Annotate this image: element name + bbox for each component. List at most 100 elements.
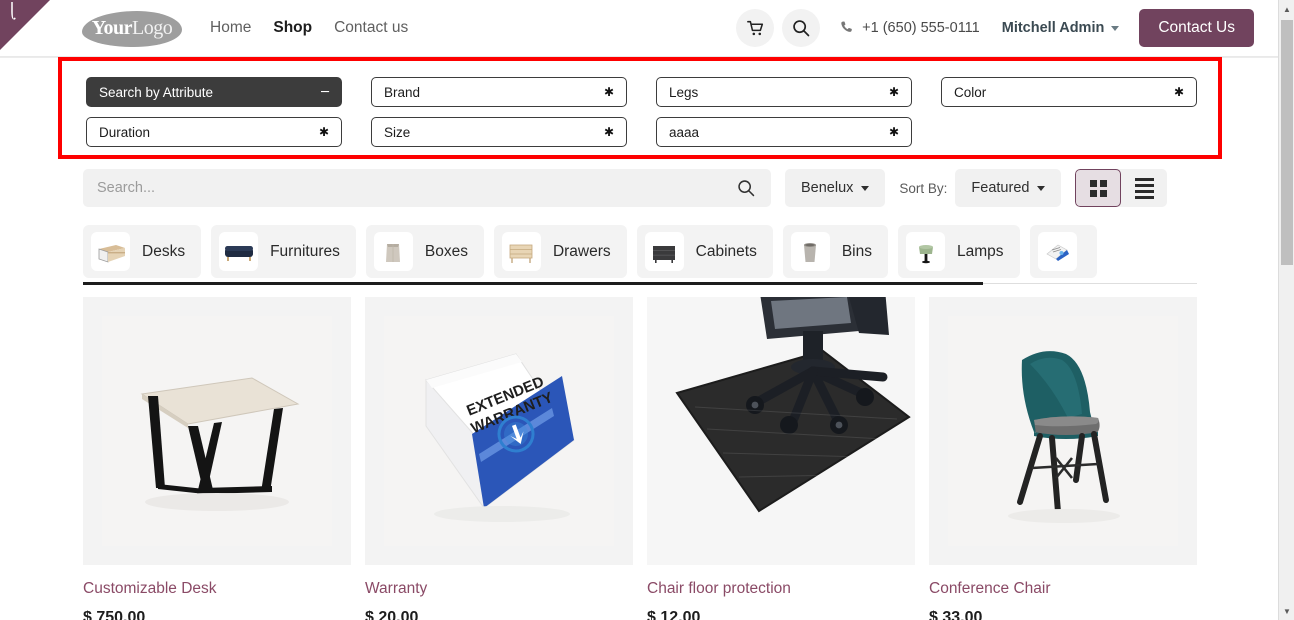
- shop-toolbar: Benelux Sort By: Featured: [83, 169, 1197, 207]
- sort-by-label: Sort By:: [899, 180, 948, 196]
- category-chip-bins-label: Bins: [841, 242, 872, 260]
- chevron-down-icon: ✱: [888, 125, 899, 139]
- attribute-select-aaaa[interactable]: aaaa ✱: [656, 117, 912, 147]
- desk-image[interactable]: [83, 297, 351, 565]
- product-card[interactable]: EXTENDED WARRANTY Warranty $ 20.00: [365, 297, 633, 620]
- attribute-select-legs[interactable]: Legs ✱: [656, 77, 912, 107]
- category-active-underline: [83, 282, 983, 285]
- search-input[interactable]: [97, 180, 735, 196]
- list-view-icon: [1134, 177, 1154, 199]
- category-chip-desks[interactable]: Desks: [83, 225, 202, 278]
- nav-item-shop[interactable]: Shop: [273, 19, 312, 37]
- attribute-select-size-label: Size: [384, 124, 411, 140]
- attribute-select-legs-label: Legs: [669, 84, 699, 100]
- search-by-attribute-toggle[interactable]: Search by Attribute ─: [86, 77, 342, 107]
- category-chip-boxes[interactable]: Boxes: [365, 225, 484, 278]
- chevron-down-icon: ✱: [888, 85, 899, 99]
- category-chip-usb[interactable]: [1029, 225, 1097, 278]
- phone-icon: [840, 20, 854, 37]
- category-chip-bins[interactable]: Bins: [782, 225, 888, 278]
- category-chip-cabinets[interactable]: Cabinets: [636, 225, 773, 278]
- warranty-box-image[interactable]: EXTENDED WARRANTY: [365, 297, 633, 565]
- attribute-select-brand[interactable]: Brand ✱: [371, 77, 627, 107]
- minus-icon: ─: [321, 84, 329, 100]
- cabinet-thumb-icon: [644, 232, 684, 271]
- chevron-down-icon: [1037, 185, 1046, 191]
- logo-text: YourLogo: [92, 16, 173, 40]
- floor-mat-image[interactable]: [647, 297, 915, 565]
- user-menu[interactable]: Mitchell Admin: [1002, 20, 1120, 36]
- product-name[interactable]: Chair floor protection: [647, 580, 915, 598]
- category-chip-drawers-label: Drawers: [552, 242, 611, 260]
- category-chip-furnitures[interactable]: Furnitures: [211, 225, 356, 278]
- sort-by-value: Featured: [971, 180, 1030, 196]
- search-submit-button[interactable]: [735, 179, 757, 197]
- product-name[interactable]: Conference Chair: [929, 580, 1197, 598]
- site-logo[interactable]: YourLogo: [82, 9, 182, 47]
- product-card[interactable]: Chair floor protection $ 12.00: [647, 297, 915, 620]
- category-chip-lamps-label: Lamps: [957, 242, 1004, 260]
- search-icon[interactable]: [782, 9, 821, 47]
- attribute-select-duration-label: Duration: [99, 124, 151, 140]
- grid-view-icon: [1089, 179, 1107, 197]
- corner-bracket-icon: ⌡: [8, 2, 16, 20]
- product-price: $ 20.00: [365, 609, 419, 620]
- attribute-filter-highlight: Search by Attribute ─ Brand ✱ Legs ✱ Col…: [58, 57, 1222, 159]
- logo-text-light: Logo: [132, 16, 173, 39]
- chevron-down-icon: ✱: [318, 125, 329, 139]
- nav-item-home[interactable]: Home: [210, 19, 251, 37]
- attribute-select-color[interactable]: Color ✱: [941, 77, 1197, 107]
- search-by-attribute-label: Search by Attribute: [99, 84, 214, 100]
- scroll-down-arrow[interactable]: ▼: [1279, 603, 1294, 619]
- chevron-down-icon: ✱: [1173, 85, 1184, 99]
- category-chip-desks-label: Desks: [142, 242, 186, 260]
- product-price: $ 33.00: [929, 609, 983, 620]
- chevron-down-icon: ✱: [603, 125, 614, 139]
- category-chip-boxes-label: Boxes: [424, 242, 468, 260]
- attribute-select-color-label: Color: [954, 84, 987, 100]
- phone-number: +1 (650) 555-0111: [862, 20, 980, 36]
- nav-item-contact-us[interactable]: Contact us: [334, 19, 408, 37]
- chair-image[interactable]: [929, 297, 1197, 565]
- product-price: $ 12.00: [647, 609, 701, 620]
- list-view-button[interactable]: [1121, 169, 1167, 207]
- product-card[interactable]: Customizable Desk $ 750.00: [83, 297, 351, 620]
- scrollbar-thumb[interactable]: [1281, 20, 1293, 265]
- usb-thumb-icon: [1037, 232, 1077, 271]
- category-chip-furnitures-label: Furnitures: [270, 242, 340, 260]
- bin-thumb-icon: [790, 232, 830, 271]
- chevron-down-icon: [861, 185, 870, 191]
- view-mode-toggle: [1075, 169, 1168, 207]
- desk-thumb-icon: [91, 232, 130, 271]
- lamp-thumb-icon: [906, 232, 945, 271]
- attribute-select-duration[interactable]: Duration ✱: [86, 117, 342, 147]
- sort-by-dropdown[interactable]: Featured: [955, 169, 1062, 207]
- product-price: $ 750.00: [83, 609, 146, 620]
- product-card[interactable]: Conference Chair $ 33.00: [929, 297, 1197, 620]
- chevron-down-icon: [1111, 25, 1120, 31]
- shopping-cart-icon[interactable]: [736, 9, 775, 47]
- product-name[interactable]: Warranty: [365, 580, 633, 598]
- header-right-cluster: +1 (650) 555-0111 Mitchell Admin Contact…: [736, 9, 1254, 47]
- phone-block[interactable]: +1 (650) 555-0111: [840, 20, 980, 37]
- vertical-scrollbar[interactable]: ▲ ▼: [1278, 0, 1294, 620]
- category-chip-drawers[interactable]: Drawers: [493, 225, 627, 278]
- user-menu-label: Mitchell Admin: [1001, 20, 1105, 36]
- drawer-thumb-icon: [501, 232, 541, 271]
- chevron-down-icon: ✱: [603, 85, 614, 99]
- grid-view-button[interactable]: [1075, 169, 1122, 207]
- category-strip: Desks Furnitures Boxes Drawers Cabinets …: [83, 223, 1197, 280]
- scroll-up-arrow[interactable]: ▲: [1279, 1, 1294, 17]
- attribute-select-brand-label: Brand: [384, 84, 421, 100]
- product-name[interactable]: Customizable Desk: [83, 580, 351, 598]
- box-thumb-icon: [373, 232, 413, 271]
- category-chip-cabinets-label: Cabinets: [695, 242, 757, 260]
- browser-viewport: ⌡ YourLogo Home Shop Contact us +1 (650)…: [0, 0, 1294, 620]
- attribute-filter-grid: Search by Attribute ─ Brand ✱ Legs ✱ Col…: [86, 77, 1197, 147]
- contact-us-button[interactable]: Contact Us: [1139, 9, 1254, 47]
- attribute-select-size[interactable]: Size ✱: [371, 117, 627, 147]
- main-navigation: Home Shop Contact us: [210, 19, 408, 37]
- category-chip-lamps[interactable]: Lamps: [898, 225, 1020, 278]
- pricelist-dropdown[interactable]: Benelux: [785, 169, 886, 207]
- product-search-box[interactable]: [83, 169, 771, 207]
